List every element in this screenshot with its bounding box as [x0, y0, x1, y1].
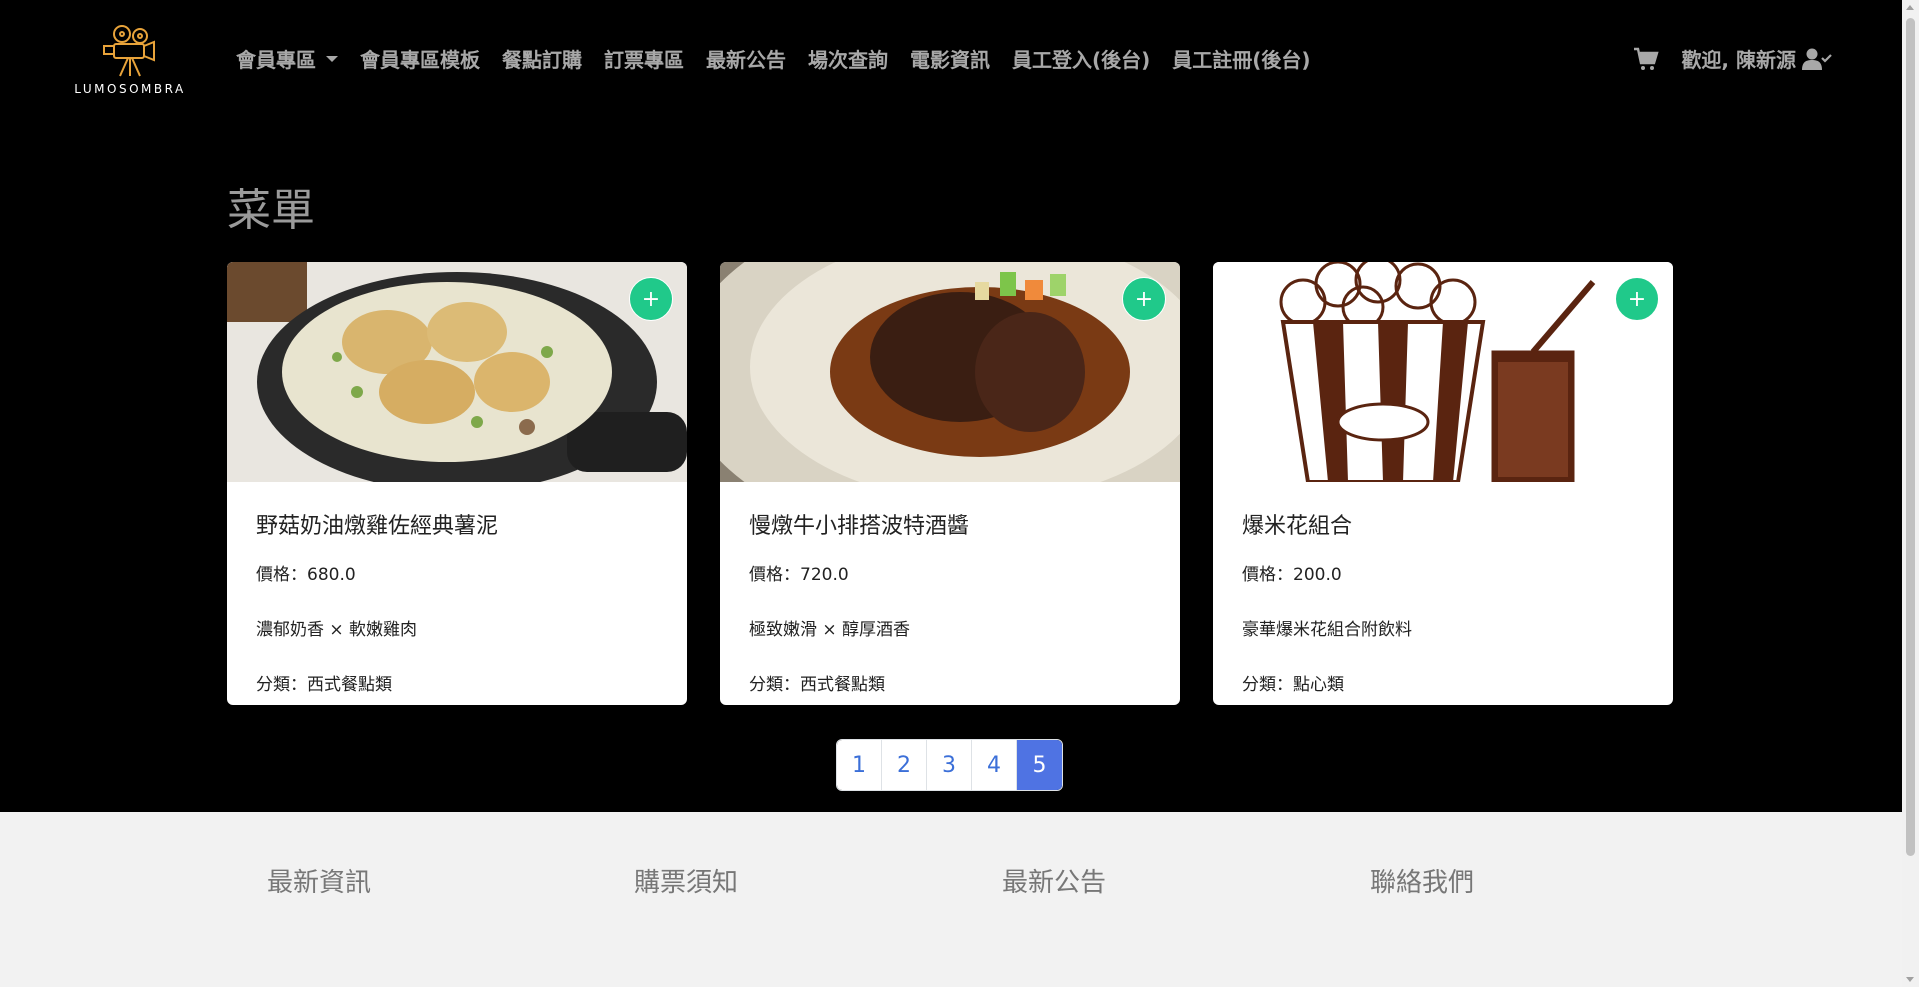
add-to-cart-button[interactable]: + — [1615, 277, 1659, 321]
footer-heading-ticket-notice: 購票須知 — [634, 868, 739, 898]
dish-photo — [720, 262, 1180, 482]
card-body: 野菇奶油燉雞佐經典薯泥 價格：680.0 濃郁奶香 × 軟嫩雞肉 分類：西式餐點… — [227, 482, 687, 695]
nav-right: 歡迎, 陳新源 — [1633, 44, 1832, 73]
scrollbar-thumb[interactable] — [1906, 18, 1915, 856]
card-body: 慢燉牛小排搭波特酒醬 價格：720.0 極致嫩滑 × 醇厚酒香 分類：西式餐點類 — [720, 482, 1180, 695]
footer-heading-announcements: 最新公告 — [1002, 868, 1107, 898]
nav-item-ticket-booking[interactable]: 訂票專區 — [604, 44, 684, 73]
menu-card: + 爆米花組合 價格：200.0 豪華爆米花組合附飲料 分類：點心類 — [1213, 262, 1673, 705]
nav-item-staff-register[interactable]: 員工註冊(後台) — [1172, 44, 1310, 73]
add-to-cart-button[interactable]: + — [1122, 277, 1166, 321]
nav-item-member-template[interactable]: 會員專區模板 — [360, 44, 480, 73]
caret-down-icon — [326, 55, 338, 62]
nav-item-meal-order[interactable]: 餐點訂購 — [502, 44, 582, 73]
footer-heading-contact-us: 聯絡我們 — [1370, 868, 1475, 898]
scroll-down-arrow-icon[interactable] — [1906, 977, 1914, 982]
nav-item-announcements[interactable]: 最新公告 — [706, 44, 786, 73]
page-link-3[interactable]: 3 — [927, 740, 972, 790]
dish-category: 分類：西式餐點類 — [749, 675, 885, 695]
add-to-cart-button[interactable]: + — [629, 277, 673, 321]
dish-category: 分類：西式餐點類 — [256, 675, 392, 695]
page-link-1[interactable]: 1 — [837, 740, 882, 790]
nav-item-showtimes[interactable]: 場次查詢 — [808, 44, 888, 73]
user-welcome[interactable]: 歡迎, 陳新源 — [1681, 44, 1832, 73]
nav-item-label: 會員專區 — [236, 48, 316, 72]
dish-image-popcorn: + — [1213, 262, 1673, 482]
welcome-text: 歡迎, 陳新源 — [1681, 48, 1796, 72]
dish-description: 極致嫩滑 × 醇厚酒香 — [749, 620, 911, 640]
nav-item-member-area[interactable]: 會員專區 — [236, 44, 338, 73]
navbar: LUMOSOMBRA 會員專區 會員專區模板 餐點訂購 訂票專區 最新公告 場次… — [0, 0, 1902, 120]
dish-name: 野菇奶油燉雞佐經典薯泥 — [256, 514, 499, 539]
footer-heading-latest-news: 最新資訊 — [267, 868, 372, 898]
scroll-up-arrow-icon[interactable] — [1906, 5, 1914, 10]
dish-image-chicken: + — [227, 262, 687, 482]
dish-category: 分類：點心類 — [1242, 675, 1344, 695]
dish-description: 濃郁奶香 × 軟嫩雞肉 — [256, 620, 418, 640]
pagination: 1 2 3 4 5 — [836, 739, 1063, 791]
footer: 最新資訊 購票須知 最新公告 聯絡我們 — [0, 812, 1902, 987]
dish-name: 慢燉牛小排搭波特酒醬 — [749, 514, 970, 539]
dish-photo — [227, 262, 687, 482]
dish-image-short-rib: + — [720, 262, 1180, 482]
page-link-5-active[interactable]: 5 — [1017, 740, 1062, 790]
nav-item-staff-login[interactable]: 員工登入(後台) — [1012, 44, 1150, 73]
nav-menu: 會員專區 會員專區模板 餐點訂購 訂票專區 最新公告 場次查詢 電影資訊 員工登… — [236, 44, 1333, 73]
menu-card: + 野菇奶油燉雞佐經典薯泥 價格：680.0 濃郁奶香 × 軟嫩雞肉 分類：西式… — [227, 262, 687, 705]
film-camera-icon — [103, 25, 155, 77]
page-title: 菜單 — [227, 185, 315, 236]
popcorn-illustration — [1213, 262, 1673, 482]
menu-card-list: + 野菇奶油燉雞佐經典薯泥 價格：680.0 濃郁奶香 × 軟嫩雞肉 分類：西式… — [227, 262, 1673, 705]
dish-description: 豪華爆米花組合附飲料 — [1242, 620, 1412, 640]
brand-name: LUMOSOMBRA — [74, 82, 186, 96]
dish-price: 價格：680.0 — [256, 565, 356, 585]
user-check-icon — [1802, 48, 1832, 70]
card-body: 爆米花組合 價格：200.0 豪華爆米花組合附飲料 分類：點心類 — [1213, 482, 1673, 695]
dish-name: 爆米花組合 — [1242, 514, 1353, 539]
menu-card: + 慢燉牛小排搭波特酒醬 價格：720.0 極致嫩滑 × 醇厚酒香 分類：西式餐… — [720, 262, 1180, 705]
brand-logo[interactable]: LUMOSOMBRA — [70, 24, 190, 104]
page-link-2[interactable]: 2 — [882, 740, 927, 790]
shopping-cart-icon[interactable] — [1633, 47, 1660, 71]
dish-price: 價格：200.0 — [1242, 565, 1342, 585]
nav-item-movie-info[interactable]: 電影資訊 — [910, 44, 990, 73]
dish-price: 價格：720.0 — [749, 565, 849, 585]
page-link-4[interactable]: 4 — [972, 740, 1017, 790]
vertical-scrollbar[interactable] — [1902, 0, 1919, 987]
